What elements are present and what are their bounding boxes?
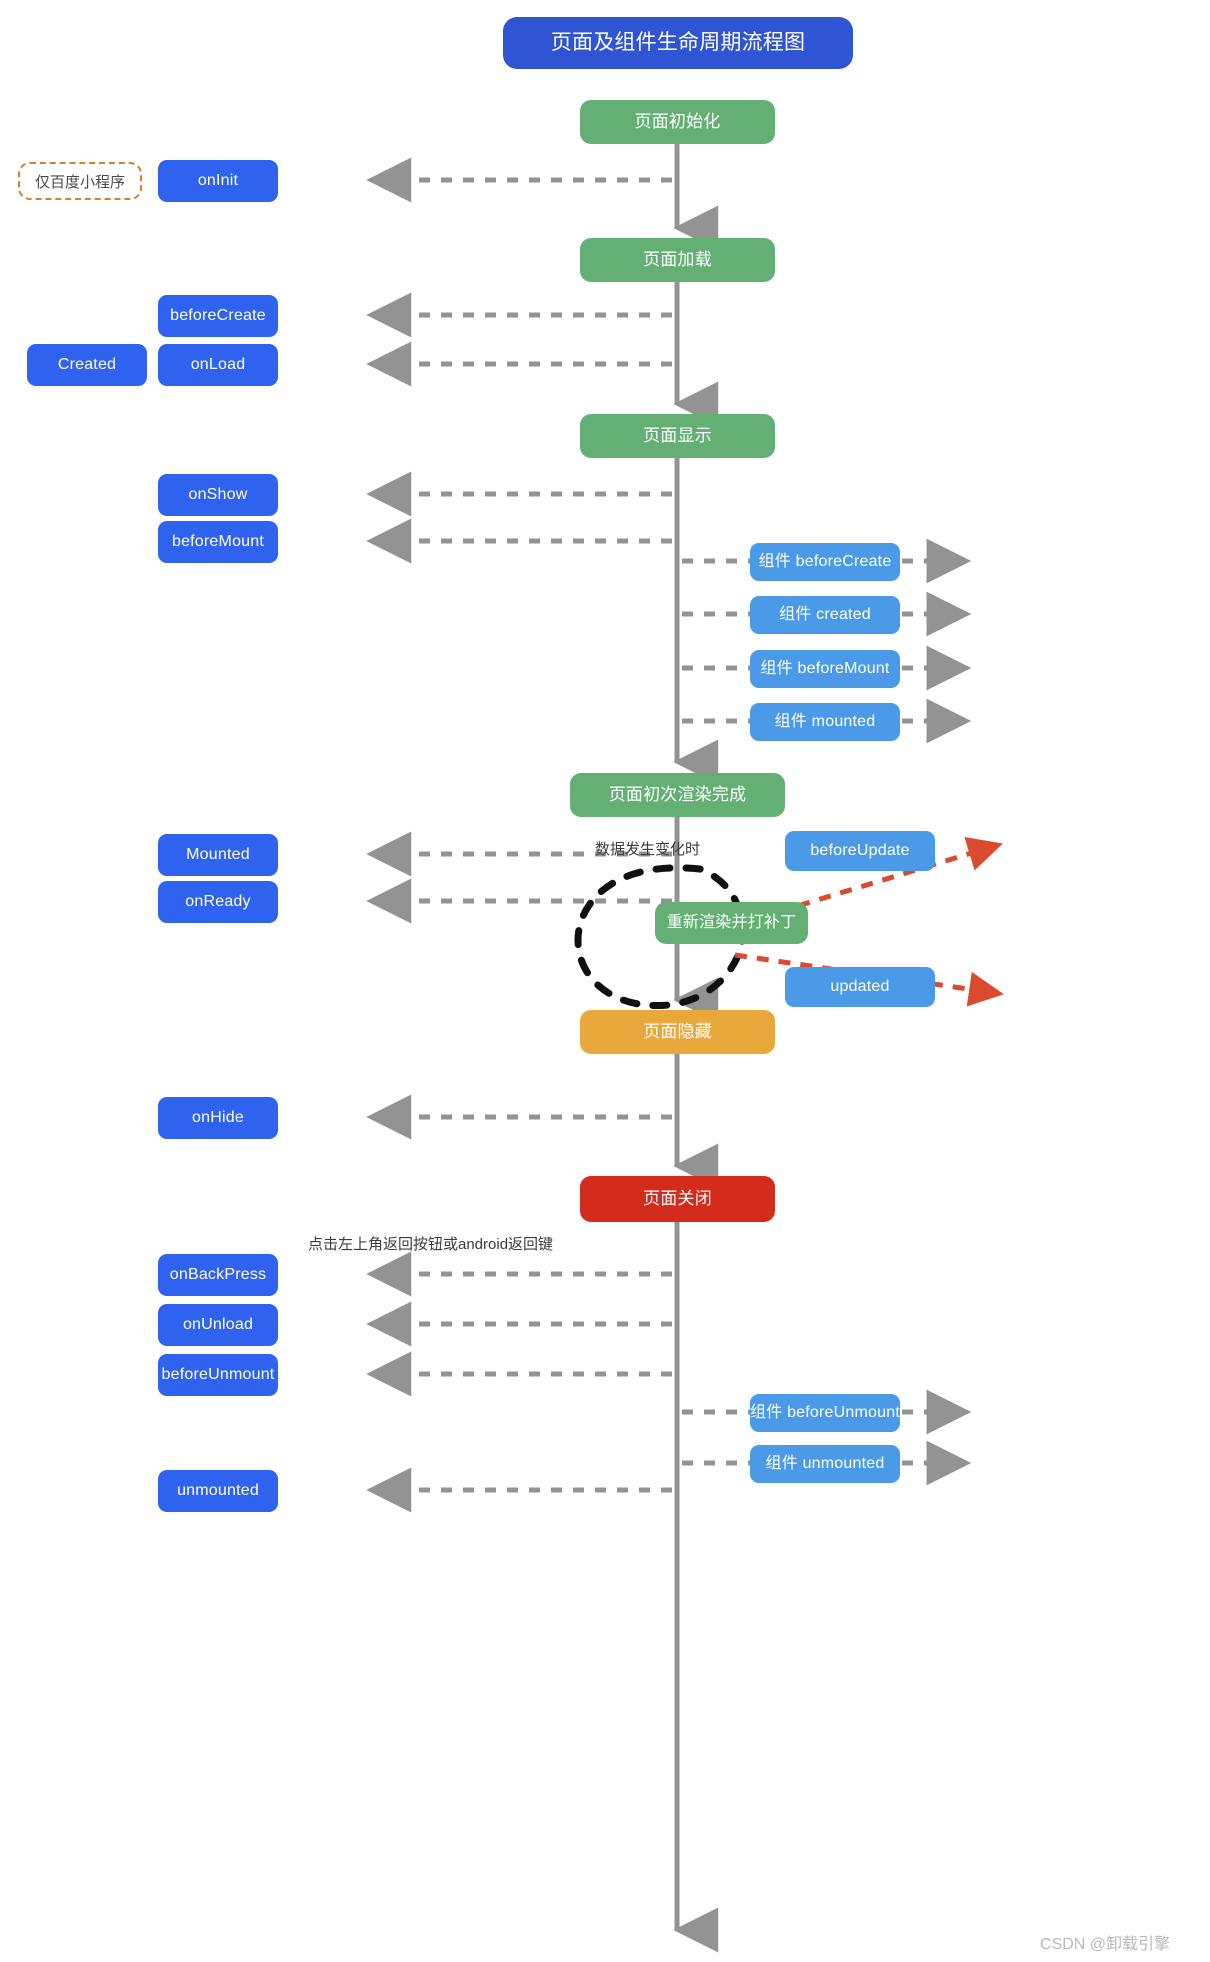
annotation-back-trigger: 点击左上角返回按钮或android返回键 xyxy=(308,1236,554,1253)
hook-onunload[interactable]: onUnload xyxy=(158,1304,278,1346)
hook-beforecreate[interactable]: beforeCreate xyxy=(158,295,278,337)
stage-page-show[interactable]: 页面显示 xyxy=(580,414,775,458)
hook-mounted[interactable]: Mounted xyxy=(158,834,278,876)
component-beforemount[interactable]: 组件 beforeMount xyxy=(750,650,900,688)
hook-created[interactable]: Created xyxy=(27,344,147,386)
component-mounted[interactable]: 组件 mounted xyxy=(750,703,900,741)
hook-onload[interactable]: onLoad xyxy=(158,344,278,386)
hook-beforeunmount[interactable]: beforeUnmount xyxy=(158,1354,278,1396)
stage-page-init[interactable]: 页面初始化 xyxy=(580,100,775,144)
hook-onshow[interactable]: onShow xyxy=(158,474,278,516)
hook-onready[interactable]: onReady xyxy=(158,881,278,923)
stage-page-first-render[interactable]: 页面初次渲染完成 xyxy=(570,773,785,817)
component-beforeunmount[interactable]: 组件 beforeUnmount xyxy=(750,1394,900,1432)
hook-oninit[interactable]: onInit xyxy=(158,160,278,202)
hook-beforeupdate[interactable]: beforeUpdate xyxy=(785,831,935,871)
stage-page-close[interactable]: 页面关闭 xyxy=(580,1176,775,1222)
stage-page-load[interactable]: 页面加载 xyxy=(580,238,775,282)
component-unmounted[interactable]: 组件 unmounted xyxy=(750,1445,900,1483)
component-beforecreate[interactable]: 组件 beforeCreate xyxy=(750,543,900,581)
stage-rerender-patch[interactable]: 重新渲染并打补丁 xyxy=(655,902,808,944)
diagram-title: 页面及组件生命周期流程图 xyxy=(503,17,853,69)
hook-onhide[interactable]: onHide xyxy=(158,1097,278,1139)
hook-unmounted[interactable]: unmounted xyxy=(158,1470,278,1512)
annotation-data-change: 数据发生变化时 xyxy=(595,841,701,858)
hook-onbackpress[interactable]: onBackPress xyxy=(158,1254,278,1296)
hook-beforemount[interactable]: beforeMount xyxy=(158,521,278,563)
component-created[interactable]: 组件 created xyxy=(750,596,900,634)
watermark: CSDN @卸载引擎 xyxy=(1040,1936,1171,1953)
lifecycle-flowchart: 页面及组件生命周期流程图 页面初始化 页面加载 页面显示 页面初次渲染完成 页面… xyxy=(0,0,1210,1962)
hook-updated[interactable]: updated xyxy=(785,967,935,1007)
stage-page-hide[interactable]: 页面隐藏 xyxy=(580,1010,775,1054)
badge-baidu-only: 仅百度小程序 xyxy=(18,162,142,200)
